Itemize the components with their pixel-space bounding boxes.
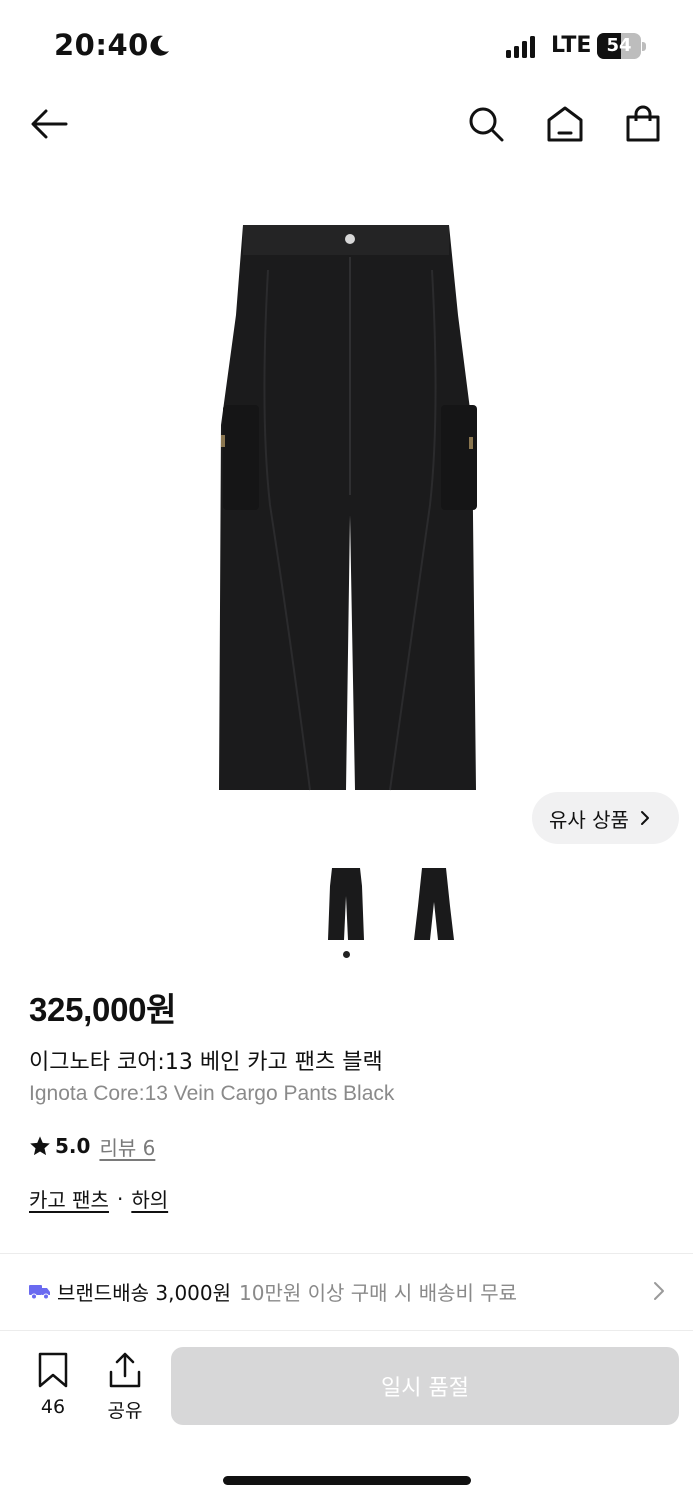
product-price: 325,000원 <box>29 991 177 1028</box>
chevron-right-icon <box>654 1282 664 1300</box>
star-icon <box>30 1136 50 1156</box>
shipping-info-row[interactable]: 브랜드배송 3,000원 10만원 이상 구매 시 배송비 무료 <box>29 1265 679 1317</box>
category-link-cargo-pants[interactable]: 카고 팬츠 <box>29 1184 109 1213</box>
battery-icon: 54 <box>597 33 647 59</box>
home-button[interactable] <box>543 102 587 146</box>
category-link-bottoms[interactable]: 하의 <box>131 1184 168 1213</box>
signal-icon <box>506 36 535 58</box>
product-name-ko: 이그노타 코어:13 베인 카고 팬츠 블랙 <box>29 1050 383 1075</box>
shopping-bag-icon <box>626 105 660 142</box>
thumbnail-2[interactable] <box>412 866 456 940</box>
back-button[interactable] <box>27 102 71 146</box>
shipping-fee-label: 브랜드배송 3,000원 <box>57 1280 232 1305</box>
moon-icon <box>150 35 169 56</box>
review-link[interactable]: 리뷰 6 <box>99 1132 155 1161</box>
rating-row: 5.0 리뷰 6 <box>29 1131 155 1161</box>
network-label: LTE <box>551 33 592 58</box>
similar-products-label: 유사 상품 <box>549 807 629 832</box>
divider <box>0 1253 693 1254</box>
category-separator: · <box>116 1186 124 1211</box>
product-name-en: Ignota Core:13 Vein Cargo Pants Black <box>29 1082 395 1105</box>
home-icon <box>547 106 583 142</box>
bookmark-button[interactable]: 46 <box>22 1352 84 1432</box>
status-bar: 20:40 LTE 54 <box>0 0 693 92</box>
home-indicator[interactable] <box>223 1476 471 1485</box>
thumbnail-1[interactable] <box>324 866 368 940</box>
share-icon <box>109 1352 141 1388</box>
shipping-note: 10만원 이상 구매 시 배송비 무료 <box>239 1280 518 1305</box>
rating-value: 5.0 <box>55 1134 91 1158</box>
category-breadcrumb: 카고 팬츠 · 하의 <box>29 1184 168 1213</box>
search-icon <box>469 107 504 142</box>
bookmark-count: 46 <box>40 1396 66 1418</box>
shopping-bag-button[interactable] <box>621 102 665 146</box>
sold-out-button[interactable]: 일시 품절 <box>171 1347 679 1425</box>
product-image <box>219 225 477 791</box>
battery-level: 54 <box>606 35 632 56</box>
bottom-action-bar: 46 공유 일시 품절 <box>0 1332 693 1442</box>
thumbnail-strip <box>0 864 693 944</box>
status-time: 20:40 <box>54 28 149 62</box>
top-nav <box>0 92 693 158</box>
back-arrow-icon <box>31 109 68 139</box>
truck-icon <box>29 1285 50 1300</box>
bookmark-icon <box>38 1352 68 1388</box>
share-button[interactable]: 공유 <box>94 1352 156 1432</box>
product-gallery[interactable] <box>0 195 693 845</box>
similar-products-button[interactable]: 유사 상품 <box>532 792 679 844</box>
divider <box>0 1330 693 1331</box>
search-button[interactable] <box>464 102 508 146</box>
share-label: 공유 <box>107 1400 143 1422</box>
chevron-right-icon <box>640 811 649 825</box>
page-indicator-dot <box>343 951 350 958</box>
